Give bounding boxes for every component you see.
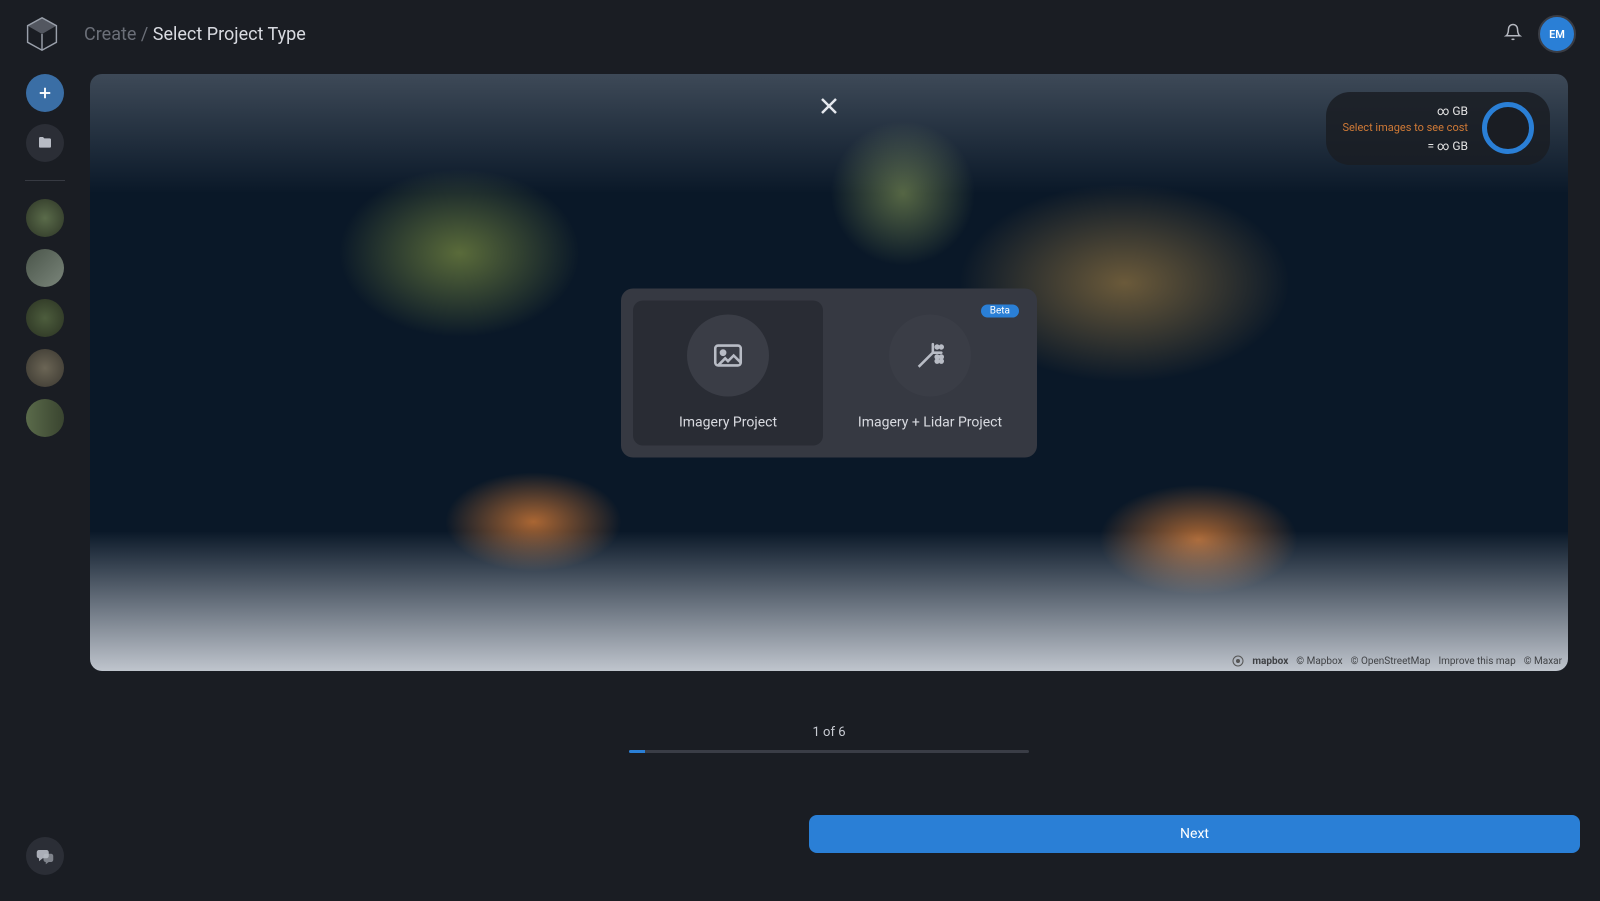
map-background[interactable]: ∞ GB Select images to see cost = ∞ GB Im…: [90, 74, 1568, 671]
storage-remaining: = ∞ GB: [1342, 137, 1468, 155]
next-button-label: Next: [1180, 826, 1209, 842]
project-thumbnail-1[interactable]: [26, 199, 64, 237]
step-indicator: 1 of 6: [90, 725, 1568, 753]
project-thumbnail-2[interactable]: [26, 249, 64, 287]
create-button[interactable]: [26, 74, 64, 112]
storage-capacity: ∞ GB: [1342, 102, 1468, 120]
option-imagery-project[interactable]: Imagery Project: [633, 300, 823, 445]
project-thumbnail-5[interactable]: [26, 399, 64, 437]
option-imagery-label: Imagery Project: [679, 415, 777, 431]
avatar-initials: EM: [1549, 28, 1565, 41]
storage-gauge-icon: [1482, 102, 1534, 154]
progress-bar: [629, 750, 1029, 753]
breadcrumb-current: Select Project Type: [153, 24, 306, 45]
breadcrumb-sep: /: [136, 24, 152, 45]
header: Create / Select Project Type EM: [0, 0, 1600, 68]
folder-button[interactable]: [26, 124, 64, 162]
attribution-osm[interactable]: © OpenStreetMap: [1351, 656, 1431, 667]
main-area: ∞ GB Select images to see cost = ∞ GB Im…: [90, 68, 1568, 901]
storage-hint: Select images to see cost: [1342, 120, 1468, 137]
image-icon: [687, 315, 769, 397]
notifications-icon[interactable]: [1504, 23, 1522, 45]
lidar-icon: [889, 315, 971, 397]
project-thumbnail-4[interactable]: [26, 349, 64, 387]
user-avatar[interactable]: EM: [1538, 15, 1576, 53]
project-thumbnail-3[interactable]: [26, 299, 64, 337]
project-type-modal: Imagery Project Beta Image: [621, 288, 1037, 457]
option-imagery-lidar-project[interactable]: Beta Imagery + Lidar Project: [835, 300, 1025, 445]
attribution-improve[interactable]: Improve this map: [1438, 656, 1515, 667]
mapbox-logo-text: mapbox: [1252, 656, 1288, 667]
mapbox-logo-icon: [1232, 655, 1244, 667]
storage-panel: ∞ GB Select images to see cost = ∞ GB: [1326, 92, 1550, 165]
sidebar-separator: [25, 180, 65, 181]
step-text: 1 of 6: [90, 725, 1568, 740]
breadcrumb-root[interactable]: Create: [84, 24, 136, 45]
attribution-maxar[interactable]: © Maxar: [1524, 656, 1562, 667]
sidebar: [0, 68, 90, 901]
chat-button[interactable]: [26, 837, 64, 875]
map-attribution: mapbox © Mapbox © OpenStreetMap Improve …: [1232, 655, 1562, 667]
close-button[interactable]: [817, 94, 841, 118]
attribution-mapbox[interactable]: © Mapbox: [1296, 656, 1342, 667]
progress-fill: [629, 750, 645, 753]
beta-badge: Beta: [981, 304, 1019, 317]
option-lidar-label: Imagery + Lidar Project: [858, 415, 1002, 431]
app-logo[interactable]: [24, 16, 60, 52]
breadcrumb: Create / Select Project Type: [84, 24, 306, 45]
next-button[interactable]: Next: [809, 815, 1580, 853]
